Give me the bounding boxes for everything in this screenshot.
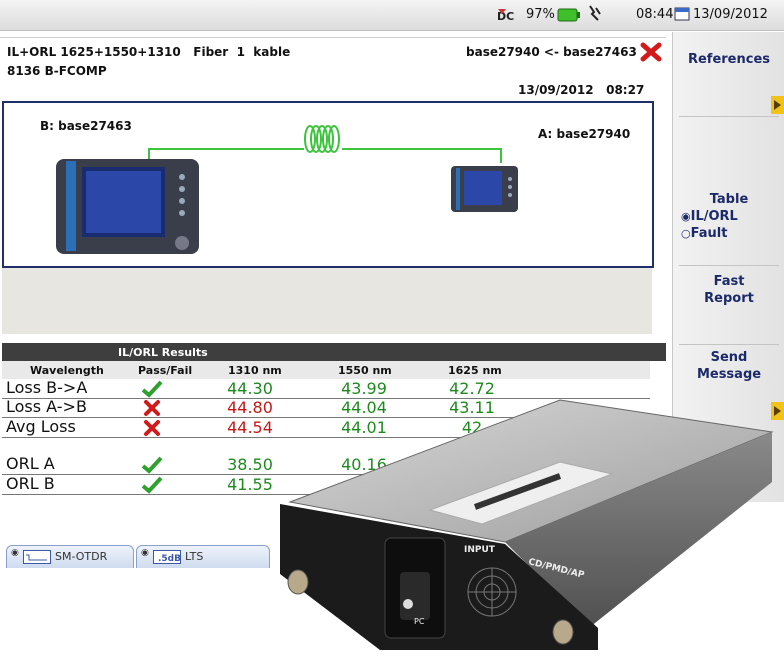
test-title: IL+ORL 1625+1550+1310 Fiber 1 kable	[7, 45, 291, 59]
row-label: ORL A	[6, 454, 55, 473]
option-ilorl-label: IL/ORL	[690, 209, 738, 224]
jdsu-logo-icon: DC	[497, 9, 514, 23]
results-title: IL/ORL Results	[118, 346, 208, 359]
link-diagram: B: base27463 A: base27940	[2, 101, 654, 268]
tab-lts[interactable]: ◉ .5dB LTS	[136, 545, 270, 568]
check-icon	[141, 456, 163, 474]
lts-icon: .5dB	[153, 550, 181, 564]
module-image: PC INPUT CD/PMD/AP	[280, 399, 774, 650]
test-timestamp: 13/09/2012 08:27	[518, 83, 645, 97]
link-direction: base27940 <- base27463	[466, 45, 637, 59]
send-message-button[interactable]: Send Message	[673, 349, 784, 383]
results-column-header: Wavelength Pass/Fail 1310 nm 1550 nm 162…	[2, 361, 650, 379]
tab-sm-otdr[interactable]: ◉ SM-OTDR	[6, 545, 134, 568]
bottom-tabs: ◉ SM-OTDR ◉ .5dB LTS	[0, 541, 300, 569]
fast-report-button[interactable]: Fast Report	[673, 273, 784, 307]
menu-divider	[679, 116, 779, 117]
svg-text:DC: DC	[497, 10, 514, 23]
radio-icon: ◉	[11, 548, 19, 558]
info-area	[2, 268, 652, 334]
radio-icon: ○	[681, 227, 691, 240]
module-input-label: INPUT	[464, 545, 496, 555]
test-subtitle: 8136 B-FCOMP	[7, 64, 107, 78]
check-icon	[141, 380, 163, 398]
col-wavelength: Wavelength	[30, 364, 104, 377]
radio-icon: ◉	[681, 210, 691, 223]
col-1550: 1550 nm	[338, 364, 392, 377]
row-label: Loss A->B	[6, 397, 87, 416]
device-a-icon	[451, 166, 518, 212]
fan-icon	[467, 567, 517, 617]
row-label: Loss B->A	[6, 378, 88, 397]
device-b-icon	[56, 159, 199, 254]
check-icon	[141, 476, 163, 494]
table-heading: Table	[709, 192, 749, 207]
tab-sm-otdr-label: SM-OTDR	[55, 550, 108, 563]
col-1310: 1310 nm	[228, 364, 282, 377]
col-1625: 1625 nm	[448, 364, 502, 377]
references-button[interactable]: References	[673, 52, 784, 67]
fail-x-icon	[144, 400, 160, 416]
calendar-icon	[674, 7, 690, 21]
otdr-trace-icon	[23, 550, 51, 564]
results-title-bar: IL/ORL Results	[2, 343, 666, 361]
arrow-right-icon[interactable]	[769, 96, 784, 114]
col-passfail: Pass/Fail	[138, 364, 193, 377]
fail-x-icon	[144, 420, 160, 436]
fiber-coil-icon	[304, 125, 340, 153]
menu-divider	[679, 265, 779, 266]
battery-icon	[557, 8, 580, 22]
radio-icon: ◉	[141, 548, 149, 558]
clock-time: 08:44	[636, 7, 674, 22]
fiber-link	[56, 125, 518, 254]
status-bar: DC 97% 08:44 13/09/2012	[0, 0, 784, 31]
module-port-label: PC	[414, 617, 425, 626]
battery-percent: 97%	[526, 7, 555, 22]
row-label: Avg Loss	[6, 417, 76, 436]
row-label: ORL B	[6, 474, 55, 493]
plug-icon	[589, 5, 601, 21]
option-fault-label: Fault	[690, 226, 728, 241]
fail-x-icon	[640, 42, 662, 62]
menu-divider	[679, 344, 779, 345]
option-ilorl[interactable]: ◉IL/ORL	[681, 209, 784, 224]
clock-date: 13/09/2012	[693, 7, 768, 22]
svg-text:.5dB: .5dB	[158, 554, 181, 564]
option-fault[interactable]: ○Fault	[681, 226, 784, 241]
tab-lts-label: LTS	[185, 550, 204, 563]
